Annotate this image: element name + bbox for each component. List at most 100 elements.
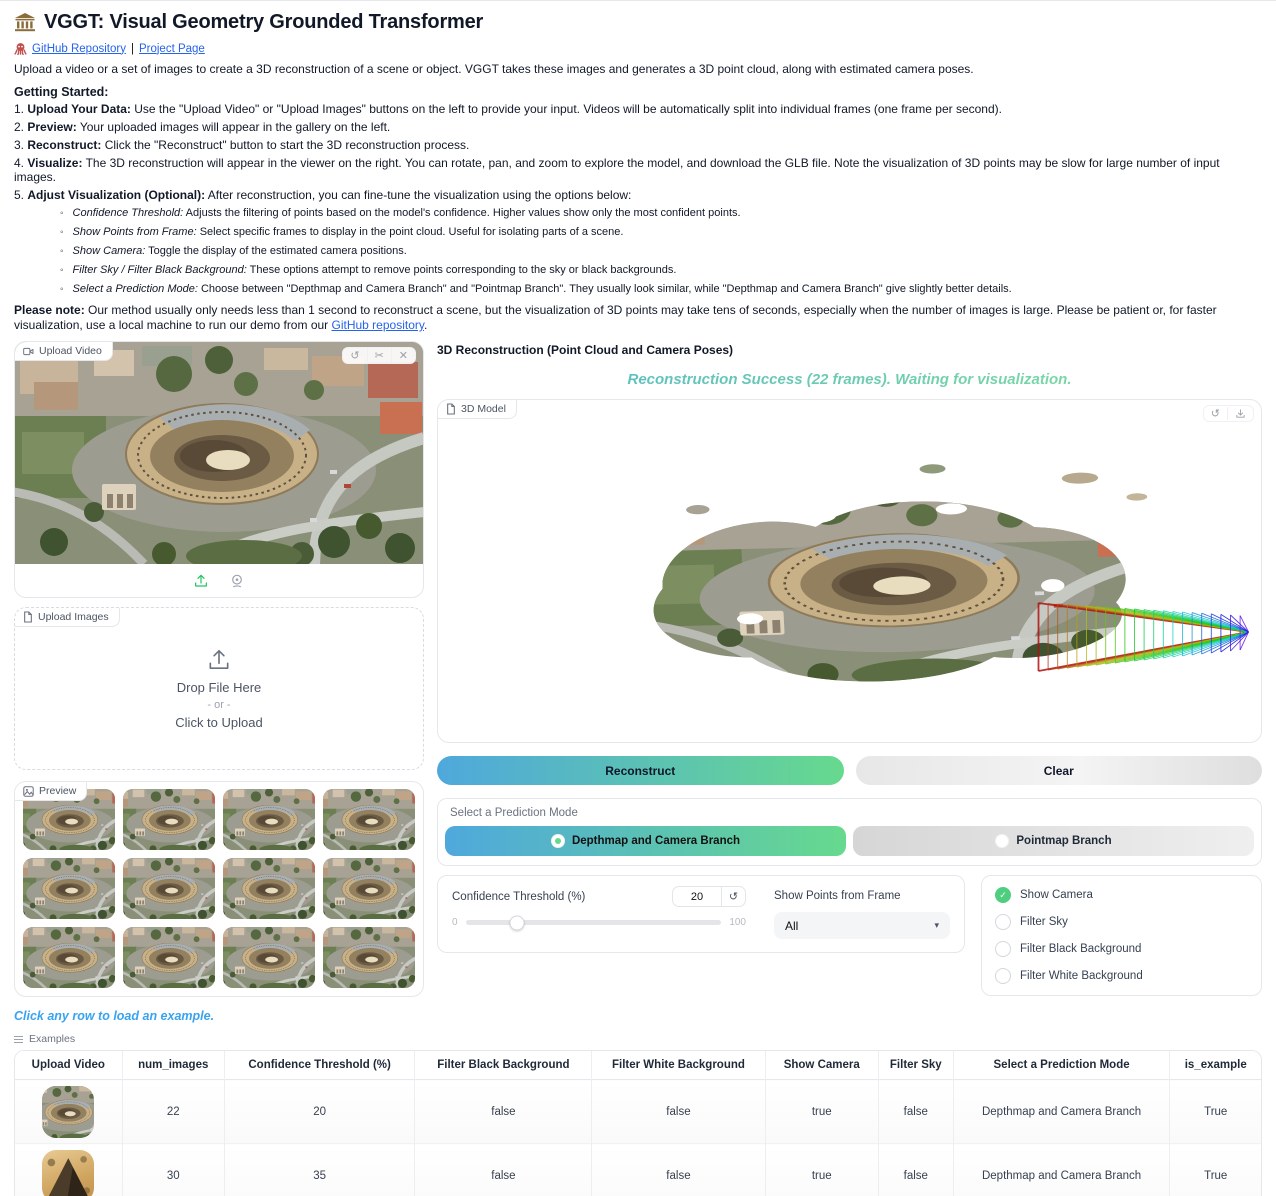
example-thumbnail-pyramid[interactable] — [42, 1149, 95, 1196]
example-cell[interactable]: 22 — [121, 1079, 225, 1144]
examples-column-header: Filter White Background — [591, 1051, 766, 1080]
trim-scissors-icon[interactable]: ✂ — [366, 348, 391, 363]
example-cell[interactable]: Depthmap and Camera Branch — [952, 1079, 1170, 1144]
video-source-buttons — [15, 564, 423, 597]
drop-or-text: - or - — [207, 699, 231, 711]
slider-min-label: 0 — [452, 917, 458, 928]
example-cell[interactable]: false — [591, 1143, 766, 1196]
reconstruct-button[interactable]: Reconstruct — [437, 756, 844, 785]
example-cell[interactable]: false — [877, 1143, 954, 1196]
confidence-slider[interactable] — [465, 915, 722, 930]
preview-thumbnail[interactable] — [223, 858, 315, 919]
example-cell[interactable]: false — [591, 1079, 766, 1144]
output-column: 3D Reconstruction (Point Cloud and Camer… — [437, 341, 1262, 997]
example-row[interactable]: 22 20 false false true false Depthmap and Came… — [15, 1079, 1261, 1144]
frames-dropdown[interactable]: All ▾ — [774, 912, 950, 939]
filter-checkbox-show-camera[interactable]: ✓ Show Camera — [995, 887, 1248, 903]
reconstruction-heading: 3D Reconstruction (Point Cloud and Camer… — [437, 343, 734, 357]
model3d-label-text: 3D Model — [461, 403, 506, 415]
preview-label-text: Preview — [39, 785, 77, 797]
uploaded-video-frame[interactable] — [15, 342, 423, 564]
click-to-upload-text[interactable]: Click to Upload — [175, 715, 262, 730]
examples-table: Upload Video num_images Confidence Thresho… — [15, 1051, 1261, 1196]
example-thumbnail-cell[interactable] — [15, 1143, 123, 1196]
upload-video-label-text: Upload Video — [39, 345, 102, 357]
preview-thumbnail[interactable] — [123, 927, 215, 988]
github-repository-link[interactable]: GitHub Repository — [32, 43, 126, 55]
filter-checkbox-label: Filter Black Background — [1020, 943, 1142, 955]
vggt-app: VGGT: Visual Geometry Grounded Transform… — [0, 0, 1276, 1196]
confidence-threshold-label: Confidence Threshold (%) — [452, 890, 586, 903]
examples-column-header: Confidence Threshold (%) — [223, 1051, 415, 1080]
example-thumbnail-colosseum[interactable] — [42, 1085, 95, 1138]
examples-table-header: Upload Video num_images Confidence Thresho… — [15, 1051, 1261, 1080]
webcam-icon[interactable] — [229, 573, 245, 589]
visualization-option-bullet: ◦ Select a Prediction Mode: Choose betwee… — [60, 282, 1012, 295]
reset-icon[interactable]: ↺ — [721, 887, 745, 906]
preview-thumbnail[interactable] — [323, 789, 415, 850]
preview-thumbnail[interactable] — [223, 789, 315, 850]
example-cell[interactable]: true — [764, 1079, 879, 1144]
example-thumbnail-cell[interactable] — [15, 1079, 123, 1144]
examples-table-wrap: Upload Video num_images Confidence Thresho… — [14, 1050, 1262, 1196]
point-cloud-canvas[interactable] — [438, 400, 1261, 742]
filter-checkbox-label: Filter Sky — [1020, 916, 1068, 928]
example-cell[interactable]: false — [414, 1079, 592, 1144]
preview-thumbnail[interactable] — [123, 789, 215, 850]
input-column: Upload Video ↺ ✂ ✕ Upload Images Drop Fi… — [14, 341, 424, 997]
example-cell[interactable]: 20 — [223, 1079, 415, 1144]
filter-checkbox-label: Filter White Background — [1020, 970, 1143, 982]
preview-thumbnail[interactable] — [23, 927, 115, 988]
filter-checkbox-filter-black-background[interactable]: Filter Black Background — [995, 941, 1248, 957]
preview-thumbnail[interactable] — [123, 858, 215, 919]
prediction-mode-option-label: Pointmap Branch — [1016, 835, 1112, 847]
model3d-label: 3D Model — [438, 400, 517, 419]
octopus-icon — [14, 42, 27, 55]
example-cell[interactable]: True — [1169, 1079, 1261, 1144]
prediction-mode-option-label: Depthmap and Camera Branch — [571, 835, 741, 847]
pyramid-image — [42, 1149, 95, 1196]
examples-column-header: Filter Black Background — [414, 1051, 592, 1080]
upload-images-dropzone[interactable]: Upload Images Drop File Here - or - Clic… — [14, 607, 424, 770]
clear-button[interactable]: Clear — [855, 756, 1262, 785]
visualization-options-list: ◦ Confidence Threshold: Adjusts the filte… — [14, 207, 1262, 297]
example-cell[interactable]: True — [1169, 1143, 1261, 1196]
filter-checkbox-filter-white-background[interactable]: Filter White Background — [995, 968, 1248, 984]
checkbox-unchecked-icon — [995, 914, 1011, 930]
undo-icon[interactable]: ↺ — [343, 348, 366, 363]
visualization-option-bullet: ◦ Filter Sky / Filter Black Background: T… — [60, 263, 677, 276]
preview-thumbnail[interactable] — [323, 927, 415, 988]
project-page-link[interactable]: Project Page — [139, 43, 205, 55]
reset-view-icon[interactable]: ↺ — [1204, 406, 1227, 421]
example-cell[interactable]: 30 — [121, 1143, 225, 1196]
example-row[interactable]: 30 35 false false true false Depthmap and Came… — [15, 1143, 1261, 1196]
preview-thumbnail[interactable] — [23, 858, 115, 919]
upload-file-icon[interactable] — [193, 573, 209, 589]
example-cell[interactable]: false — [877, 1079, 954, 1144]
example-cell[interactable]: 35 — [223, 1143, 415, 1196]
file-icon — [23, 611, 33, 623]
intro-text: Upload a video or a set of images to cre… — [14, 62, 974, 76]
examples-column-header: is_example — [1169, 1051, 1261, 1080]
getting-started-step: 3. Reconstruct: Click the "Reconstruct" … — [14, 138, 470, 152]
examples-column-header: Filter Sky — [877, 1051, 954, 1080]
example-cell[interactable]: true — [764, 1143, 879, 1196]
confidence-threshold-block: Confidence Threshold (%) 20 ↺ 0 100 — [452, 886, 746, 939]
preview-thumbnail[interactable] — [323, 858, 415, 919]
prediction-mode-option[interactable]: Depthmap and Camera Branch — [445, 826, 846, 856]
filter-options-panel: ✓ Show Camera Filter Sky Filter Black Backg… — [981, 875, 1262, 996]
example-cell[interactable]: false — [414, 1143, 592, 1196]
download-glb-icon[interactable] — [1227, 407, 1253, 420]
prediction-mode-option[interactable]: Pointmap Branch — [853, 826, 1254, 856]
slider-max-label: 100 — [729, 917, 746, 928]
slider-handle[interactable] — [509, 915, 525, 930]
example-cell[interactable]: Depthmap and Camera Branch — [952, 1143, 1170, 1196]
checkbox-unchecked-icon — [995, 968, 1011, 984]
filter-checkbox-filter-sky[interactable]: Filter Sky — [995, 914, 1248, 930]
preview-thumbnail[interactable] — [223, 927, 315, 988]
confidence-value[interactable]: 20 — [673, 887, 721, 906]
clear-video-icon[interactable]: ✕ — [390, 348, 415, 363]
threshold-frame-panel: Confidence Threshold (%) 20 ↺ 0 100 Show… — [437, 875, 965, 953]
github-repository-link-inline[interactable]: GitHub repository — [332, 318, 424, 332]
radio-icon — [550, 834, 565, 848]
